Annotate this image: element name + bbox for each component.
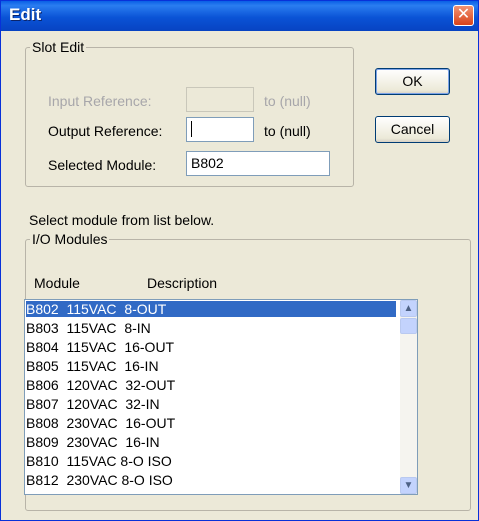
vertical-scrollbar[interactable]: ▲ ▼ — [400, 300, 417, 494]
output-reference-field[interactable] — [186, 117, 254, 142]
text-caret — [191, 121, 192, 137]
close-icon[interactable]: ✕ — [453, 5, 474, 26]
module-list-item[interactable]: B804 115VAC 16-OUT — [26, 339, 396, 355]
module-listbox[interactable]: B802 115VAC 8-OUT B803 115VAC 8-IN B804 11… — [24, 299, 418, 495]
column-header-description: Description — [147, 275, 218, 291]
io-modules-legend: I/O Modules — [32, 231, 108, 247]
module-list-item[interactable]: B805 115VAC 16-IN — [26, 358, 396, 374]
input-reference-target: to (null) — [264, 93, 311, 109]
scroll-up-icon[interactable]: ▲ — [400, 300, 417, 317]
output-reference-target: to (null) — [264, 123, 311, 139]
module-list-item[interactable]: B802 115VAC 8-OUT — [26, 301, 396, 317]
selected-module-label: Selected Module: — [48, 157, 157, 173]
input-reference-label: Input Reference: — [48, 93, 152, 109]
scroll-thumb[interactable] — [400, 318, 417, 334]
output-reference-label: Output Reference: — [48, 123, 163, 139]
module-list-item[interactable]: B803 115VAC 8-IN — [26, 320, 396, 336]
title-bar[interactable]: Edit ✕ — [1, 1, 478, 31]
instruction-text: Select module from list below. — [29, 212, 215, 228]
dialog-body: Slot Edit Input Reference: to (null) Out… — [4, 31, 475, 518]
input-reference-field — [186, 87, 254, 112]
cancel-button[interactable]: Cancel — [375, 116, 450, 143]
ok-button[interactable]: OK — [375, 68, 450, 95]
module-list-item[interactable]: B806 120VAC 32-OUT — [26, 377, 396, 393]
module-list-item[interactable]: B809 230VAC 16-IN — [26, 434, 396, 450]
module-list-item[interactable]: B812 230VAC 8-O ISO — [26, 472, 396, 488]
edit-dialog: Edit ✕ Slot Edit Input Reference: to (nu… — [0, 0, 479, 521]
selected-module-field[interactable]: B802 — [186, 151, 330, 176]
module-list-item[interactable]: B807 120VAC 32-IN — [26, 396, 396, 412]
column-header-module: Module — [34, 275, 80, 291]
module-list-item[interactable]: B808 230VAC 16-OUT — [26, 415, 396, 431]
slot-edit-legend: Slot Edit — [32, 39, 85, 55]
window-title: Edit — [9, 5, 42, 24]
module-list-item[interactable]: B810 115VAC 8-O ISO — [26, 453, 396, 469]
scroll-down-icon[interactable]: ▼ — [400, 477, 417, 494]
